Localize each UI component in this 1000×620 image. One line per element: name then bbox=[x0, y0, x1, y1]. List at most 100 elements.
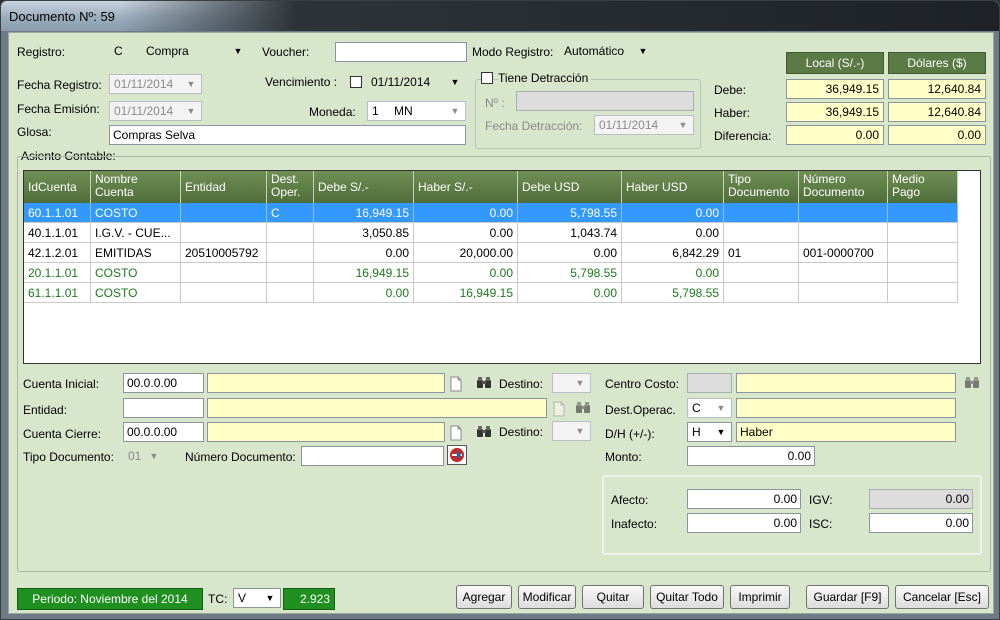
cell-nombre-cuenta[interactable]: EMITIDAS bbox=[91, 243, 181, 263]
cell-idcuenta[interactable]: 42.1.2.01 bbox=[24, 243, 91, 263]
binoculars-icon[interactable] bbox=[964, 376, 980, 392]
cell-nombre-cuenta[interactable]: COSTO bbox=[91, 203, 181, 223]
cell-idcuenta[interactable]: 60.1.1.01 bbox=[24, 203, 91, 223]
col-header-tipo-documento[interactable]: Tipo Documento bbox=[724, 171, 799, 203]
isc-input[interactable]: 0.00 bbox=[869, 513, 973, 533]
cell-numero-documento[interactable] bbox=[799, 203, 888, 223]
cell-idcuenta[interactable]: 61.1.1.01 bbox=[24, 283, 91, 303]
dest-operac-select[interactable]: C ▼ bbox=[687, 398, 732, 418]
document-icon[interactable] bbox=[552, 401, 568, 417]
cell-idcuenta[interactable]: 40.1.1.01 bbox=[24, 223, 91, 243]
cell-haber-usd[interactable]: 6,842.29 bbox=[622, 243, 724, 263]
binoculars-icon[interactable] bbox=[476, 376, 492, 392]
cell-numero-documento[interactable] bbox=[799, 263, 888, 283]
chevron-down-icon[interactable]: ▼ bbox=[572, 423, 588, 439]
cell-debe-soles[interactable]: 16,949.15 bbox=[314, 203, 414, 223]
cell-numero-documento[interactable]: 001-0000700 bbox=[799, 243, 888, 263]
cell-entidad[interactable] bbox=[181, 283, 267, 303]
vencimiento-picker[interactable]: 01/11/2014 ▼ bbox=[366, 72, 466, 92]
tiene-detraccion-checkbox[interactable] bbox=[481, 72, 493, 84]
cell-tipo-documento[interactable] bbox=[724, 203, 799, 223]
cell-debe-usd[interactable]: 5,798.55 bbox=[518, 203, 622, 223]
cuenta-cierre-input[interactable]: 00.0.0.00 bbox=[123, 422, 204, 442]
cell-entidad[interactable] bbox=[181, 203, 267, 223]
cell-nombre-cuenta[interactable]: COSTO bbox=[91, 263, 181, 283]
col-header-entidad[interactable]: Entidad bbox=[181, 171, 267, 203]
cell-medio-pago[interactable] bbox=[888, 223, 958, 243]
cell-medio-pago[interactable] bbox=[888, 263, 958, 283]
entidad-input[interactable] bbox=[123, 398, 204, 418]
asiento-grid[interactable]: IdCuenta Nombre Cuenta Entidad Dest. Ope… bbox=[23, 170, 981, 364]
table-row[interactable]: 20.1.1.01 COSTO 16,949.15 0.00 5,798.55 … bbox=[24, 263, 964, 283]
cell-debe-usd[interactable]: 5,798.55 bbox=[518, 263, 622, 283]
dh-select[interactable]: H ▼ bbox=[687, 422, 732, 442]
chevron-down-icon[interactable]: ▼ bbox=[262, 590, 278, 606]
cell-debe-soles[interactable]: 3,050.85 bbox=[314, 223, 414, 243]
cell-dest-oper[interactable] bbox=[267, 263, 314, 283]
fecha-registro-picker[interactable]: 01/11/2014 ▼ bbox=[109, 74, 202, 94]
registro-select[interactable]: C Compra ▼ bbox=[109, 41, 249, 61]
cancelar-button[interactable]: Cancelar [Esc] bbox=[895, 585, 989, 609]
cell-medio-pago[interactable] bbox=[888, 203, 958, 223]
binoculars-icon[interactable] bbox=[476, 425, 492, 441]
cell-haber-soles[interactable]: 0.00 bbox=[414, 263, 518, 283]
afecto-input[interactable]: 0.00 bbox=[687, 489, 801, 509]
cell-entidad[interactable] bbox=[181, 223, 267, 243]
inafecto-input[interactable]: 0.00 bbox=[687, 513, 801, 533]
chevron-down-icon[interactable]: ▼ bbox=[447, 74, 463, 90]
fecha-emision-picker[interactable]: 01/11/2014 ▼ bbox=[109, 101, 202, 121]
chevron-down-icon[interactable]: ▼ bbox=[675, 117, 691, 133]
detraccion-numero-input[interactable] bbox=[516, 91, 694, 111]
igv-input[interactable]: 0.00 bbox=[869, 489, 973, 509]
chevron-down-icon[interactable]: ▼ bbox=[183, 103, 199, 119]
search-document-icon[interactable] bbox=[447, 445, 467, 465]
cell-haber-usd[interactable]: 0.00 bbox=[622, 263, 724, 283]
fecha-detraccion-picker[interactable]: 01/11/2014 ▼ bbox=[594, 115, 694, 135]
col-header-debe-soles[interactable]: Debe S/.- bbox=[314, 171, 414, 203]
centro-costo-input[interactable] bbox=[687, 373, 732, 393]
numero-documento-input[interactable] bbox=[301, 446, 444, 466]
chevron-down-icon[interactable]: ▼ bbox=[146, 448, 162, 464]
cell-tipo-documento[interactable] bbox=[724, 263, 799, 283]
cell-dest-oper[interactable] bbox=[267, 223, 314, 243]
cell-haber-soles[interactable]: 0.00 bbox=[414, 223, 518, 243]
chevron-down-icon[interactable]: ▼ bbox=[447, 103, 463, 119]
cell-debe-usd[interactable]: 0.00 bbox=[518, 283, 622, 303]
chevron-down-icon[interactable]: ▼ bbox=[572, 375, 588, 391]
cell-numero-documento[interactable] bbox=[799, 283, 888, 303]
voucher-input[interactable] bbox=[335, 42, 467, 62]
chevron-down-icon[interactable]: ▼ bbox=[635, 43, 651, 59]
glosa-input[interactable]: Compras Selva bbox=[109, 125, 466, 145]
table-row[interactable]: 42.1.2.01 EMITIDAS 20510005792 0.00 20,0… bbox=[24, 243, 964, 263]
moneda-select[interactable]: 1 MN ▼ bbox=[367, 101, 466, 121]
cell-medio-pago[interactable] bbox=[888, 243, 958, 263]
col-header-dest-oper[interactable]: Dest. Oper. bbox=[267, 171, 314, 203]
table-row[interactable]: 60.1.1.01 COSTO C 16,949.15 0.00 5,798.5… bbox=[24, 203, 964, 223]
modo-registro-select[interactable]: Automático ▼ bbox=[559, 41, 654, 61]
cell-debe-soles[interactable]: 0.00 bbox=[314, 243, 414, 263]
cell-haber-soles[interactable]: 16,949.15 bbox=[414, 283, 518, 303]
cell-nombre-cuenta[interactable]: COSTO bbox=[91, 283, 181, 303]
cell-dest-oper[interactable] bbox=[267, 243, 314, 263]
chevron-down-icon[interactable]: ▼ bbox=[713, 400, 729, 416]
cell-tipo-documento[interactable] bbox=[724, 223, 799, 243]
table-row[interactable]: 61.1.1.01 COSTO 0.00 16,949.15 0.00 5,79… bbox=[24, 283, 964, 303]
cell-idcuenta[interactable]: 20.1.1.01 bbox=[24, 263, 91, 283]
col-header-nombre-cuenta[interactable]: Nombre Cuenta bbox=[91, 171, 181, 203]
cuenta-inicial-input[interactable]: 00.0.0.00 bbox=[123, 373, 204, 393]
vencimiento-checkbox[interactable] bbox=[350, 76, 362, 88]
tc-select[interactable]: V ▼ bbox=[233, 588, 281, 608]
cell-debe-usd[interactable]: 1,043.74 bbox=[518, 223, 622, 243]
col-header-debe-usd[interactable]: Debe USD bbox=[518, 171, 622, 203]
cell-tipo-documento[interactable] bbox=[724, 283, 799, 303]
cell-haber-usd[interactable]: 0.00 bbox=[622, 203, 724, 223]
binoculars-icon[interactable] bbox=[575, 401, 591, 417]
agregar-button[interactable]: Agregar bbox=[456, 585, 512, 609]
cell-dest-oper[interactable]: C bbox=[267, 203, 314, 223]
table-row[interactable]: 40.1.1.01 I.G.V. - CUE... 3,050.85 0.00 … bbox=[24, 223, 964, 243]
cell-tipo-documento[interactable]: 01 bbox=[724, 243, 799, 263]
modificar-button[interactable]: Modificar bbox=[518, 585, 576, 609]
document-icon[interactable] bbox=[449, 376, 465, 392]
cell-debe-usd[interactable]: 0.00 bbox=[518, 243, 622, 263]
monto-input[interactable]: 0.00 bbox=[687, 446, 815, 466]
